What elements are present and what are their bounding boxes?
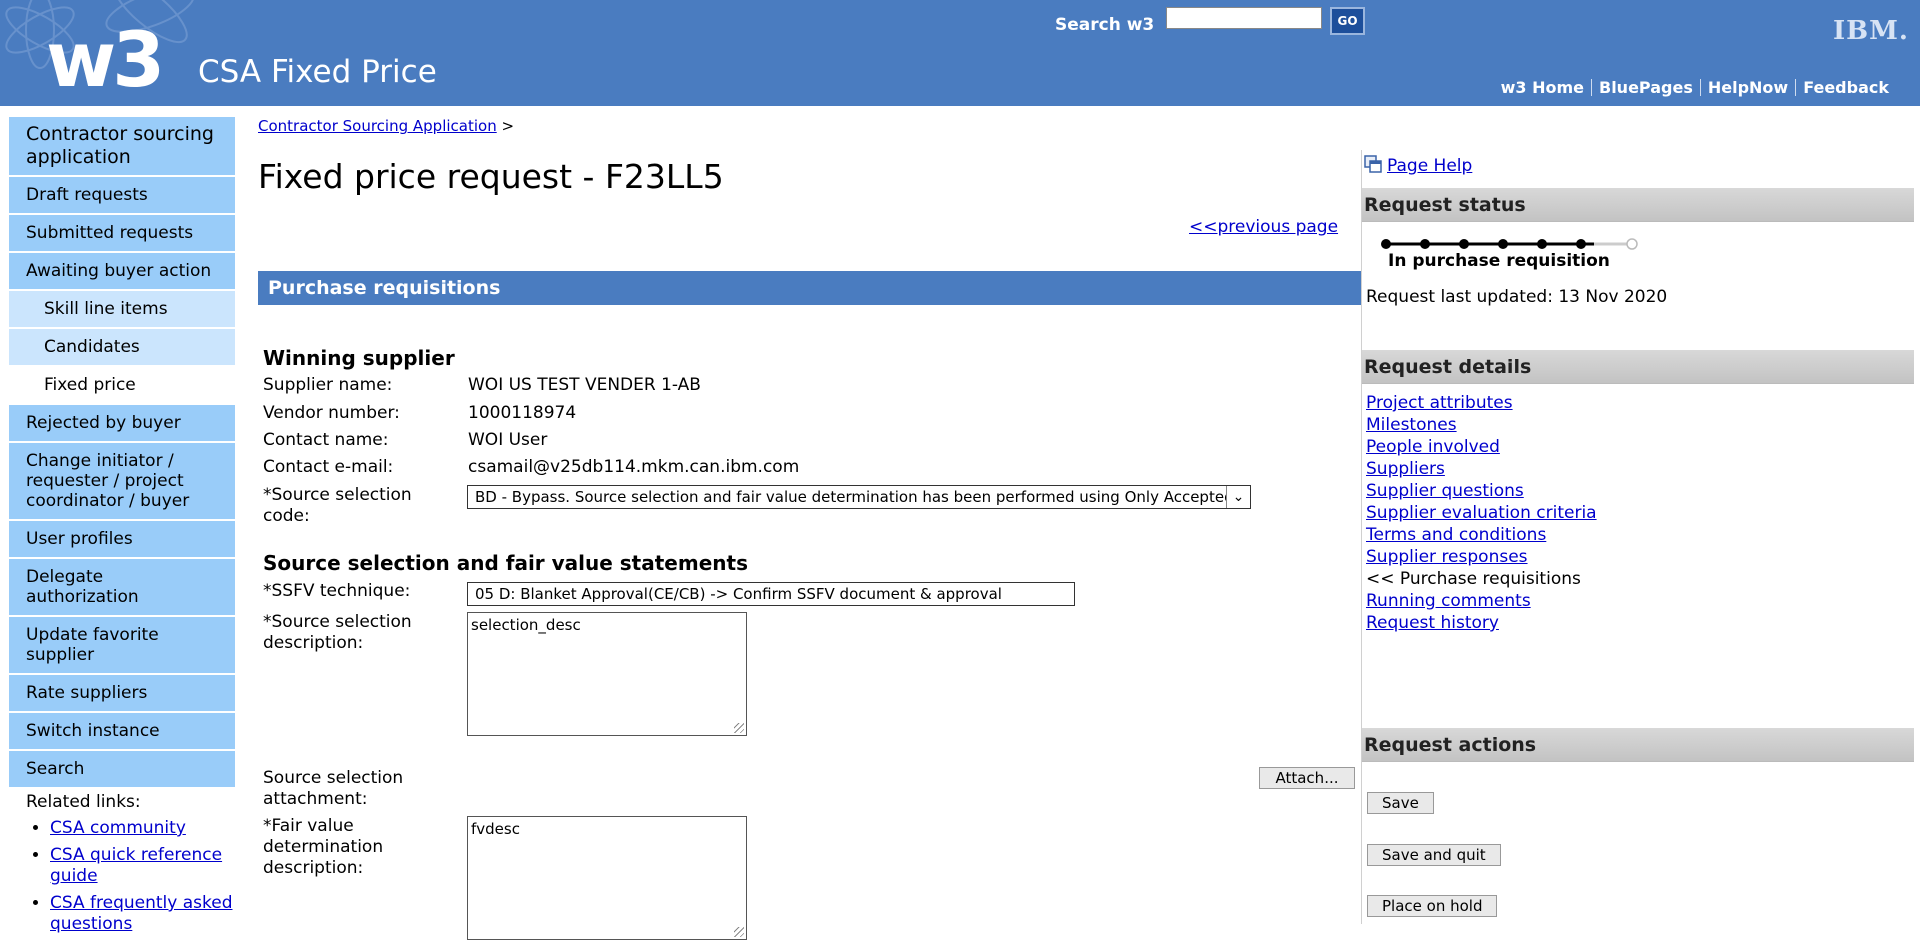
link-supplier-evaluation-criteria[interactable]: Supplier evaluation criteria (1366, 503, 1597, 523)
fair-value-description-input[interactable]: fvdesc (467, 816, 747, 940)
source-selection-code-select[interactable]: BD - Bypass. Source selection and fair v… (467, 485, 1251, 509)
breadcrumb-separator: > (501, 117, 515, 135)
go-button[interactable]: GO (1330, 7, 1365, 35)
request-details-header: Request details (1362, 350, 1914, 384)
link-terms-and-conditions[interactable]: Terms and conditions (1366, 525, 1546, 545)
nav-awaiting-buyer-action[interactable]: Awaiting buyer action (9, 253, 235, 289)
resize-grip-icon[interactable] (734, 723, 744, 733)
breadcrumb-link[interactable]: Contractor Sourcing Application (258, 117, 497, 135)
source-selection-description-value: selection_desc (471, 616, 581, 634)
current-purchase-requisitions: << Purchase requisitions (1366, 569, 1581, 589)
supplier-name-label: Supplier name: (263, 375, 393, 395)
link-supplier-responses[interactable]: Supplier responses (1366, 547, 1528, 567)
nav-submitted-requests[interactable]: Submitted requests (9, 215, 235, 251)
status-label: In purchase requisition (1388, 251, 1610, 271)
related-link-faq[interactable]: CSA frequently asked questions (50, 893, 232, 934)
link-running-comments[interactable]: Running comments (1366, 591, 1531, 611)
related-link-quick-reference[interactable]: CSA quick reference guide (50, 845, 222, 886)
contact-name-label: Contact name: (263, 430, 389, 450)
related-links: Related links: CSA community CSA quick r… (26, 792, 246, 941)
vendor-number-value: 1000118974 (468, 403, 577, 423)
main-content: Contractor Sourcing Application > Fixed … (258, 117, 1362, 940)
nav-switch-instance[interactable]: Switch instance (9, 713, 235, 749)
breadcrumb: Contractor Sourcing Application > (258, 117, 1362, 135)
nav-update-favorite-supplier[interactable]: Update favorite supplier (9, 617, 235, 673)
search-input[interactable] (1166, 7, 1322, 29)
w3-logo[interactable]: w3 (46, 22, 165, 98)
feedback-link[interactable]: Feedback (1796, 78, 1896, 97)
section-header: Purchase requisitions (258, 271, 1362, 305)
save-button[interactable]: Save (1367, 792, 1434, 814)
contact-name-value: WOI User (468, 430, 548, 450)
nav-search[interactable]: Search (9, 751, 235, 787)
link-project-attributes[interactable]: Project attributes (1366, 393, 1513, 413)
source-selection-code-value: BD - Bypass. Source selection and fair v… (475, 488, 1234, 506)
left-navigation: Contractor sourcing application Draft re… (9, 117, 235, 789)
source-selection-description-input[interactable]: selection_desc (467, 612, 747, 736)
link-people-involved[interactable]: People involved (1366, 437, 1500, 457)
page-help: Page Help (1364, 155, 1472, 176)
page-help-link[interactable]: Page Help (1387, 156, 1472, 176)
request-actions-header: Request actions (1362, 728, 1914, 762)
nav-delegate-authorization[interactable]: Delegate authorization (9, 559, 235, 615)
nav-candidates[interactable]: Candidates (9, 329, 235, 365)
search-label: Search w3 (1055, 15, 1155, 35)
resize-grip-icon[interactable] (734, 927, 744, 937)
source-selection-code-label: *Source selection code: (263, 485, 412, 526)
helpnow-link[interactable]: HelpNow (1701, 78, 1795, 97)
contact-email-value: csamail@v25db114.mkm.can.ibm.com (468, 457, 800, 477)
fair-value-description-value: fvdesc (471, 820, 520, 838)
link-suppliers[interactable]: Suppliers (1366, 459, 1445, 479)
status-progress-indicator (1381, 238, 1638, 250)
page-help-icon[interactable] (1364, 155, 1382, 173)
request-status-header: Request status (1362, 188, 1914, 222)
save-and-quit-button[interactable]: Save and quit (1367, 844, 1501, 866)
link-supplier-questions[interactable]: Supplier questions (1366, 481, 1524, 501)
w3-home-link[interactable]: w3 Home (1494, 78, 1591, 97)
page-title: Fixed price request - F23LL5 (258, 157, 724, 196)
nav-user-profiles[interactable]: User profiles (9, 521, 235, 557)
ibm-logo[interactable]: IBM. (1833, 16, 1909, 46)
previous-page-link[interactable]: <<previous page (1189, 217, 1338, 237)
nav-rate-suppliers[interactable]: Rate suppliers (9, 675, 235, 711)
request-details-links: Project attributes Milestones People inv… (1366, 392, 1597, 634)
right-panel: Page Help Request status In purchase req… (1361, 150, 1914, 924)
fair-value-description-label: *Fair value determination description: (263, 816, 384, 878)
chevron-down-icon[interactable]: ⌄ (1226, 486, 1250, 508)
nav-contractor-sourcing-application[interactable]: Contractor sourcing application (9, 117, 235, 175)
winning-supplier-heading: Winning supplier (263, 346, 455, 370)
nav-fixed-price[interactable]: Fixed price (9, 367, 235, 403)
supplier-name-value: WOI US TEST VENDER 1-AB (468, 375, 701, 395)
bluepages-link[interactable]: BluePages (1592, 78, 1700, 97)
masthead: w3 CSA Fixed Price Search w3 GO IBM. w3 … (0, 0, 1920, 106)
attach-button[interactable]: Attach... (1259, 767, 1355, 789)
link-milestones[interactable]: Milestones (1366, 415, 1457, 435)
ssfv-technique-field[interactable]: 05 D: Blanket Approval(CE/CB) -> Confirm… (467, 582, 1075, 606)
top-nav: w3 Home BluePages HelpNow Feedback (1494, 78, 1896, 97)
related-link-csa-community[interactable]: CSA community (50, 818, 186, 838)
last-updated: Request last updated: 13 Nov 2020 (1366, 287, 1668, 307)
link-request-history[interactable]: Request history (1366, 613, 1499, 633)
related-links-title: Related links: (26, 792, 141, 812)
source-selection-attachment-label: Source selection attachment: (263, 768, 404, 809)
ssfv-heading: Source selection and fair value statemen… (263, 551, 748, 575)
nav-change-initiator[interactable]: Change initiator / requester / project c… (9, 443, 235, 519)
place-on-hold-button[interactable]: Place on hold (1367, 895, 1498, 917)
source-selection-description-label: *Source selection description: (263, 612, 412, 653)
nav-rejected-by-buyer[interactable]: Rejected by buyer (9, 405, 235, 441)
ssfv-technique-label: *SSFV technique: (263, 581, 411, 601)
nav-skill-line-items[interactable]: Skill line items (9, 291, 235, 327)
nav-draft-requests[interactable]: Draft requests (9, 177, 235, 213)
vendor-number-label: Vendor number: (263, 403, 400, 423)
contact-email-label: Contact e-mail: (263, 457, 394, 477)
app-title: CSA Fixed Price (198, 54, 437, 90)
